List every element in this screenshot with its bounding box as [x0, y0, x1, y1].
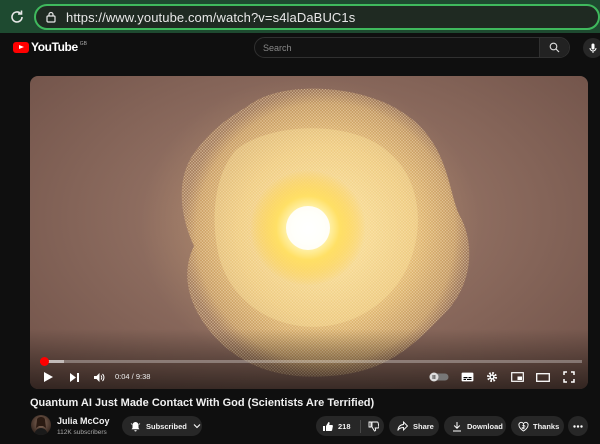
thumbs-up-icon: [323, 421, 333, 431]
chevron-down-icon: [193, 424, 201, 429]
fullscreen-icon: [563, 371, 575, 383]
download-button[interactable]: Download: [444, 416, 506, 436]
browser-toolbar: https://www.youtube.com/watch?v=s4laDaBU…: [0, 0, 600, 33]
video-title: Quantum AI Just Made Contact With God (S…: [30, 397, 375, 409]
bell-icon: [130, 421, 141, 431]
address-bar[interactable]: https://www.youtube.com/watch?v=s4laDaBU…: [34, 4, 600, 30]
time-display: 0:04 / 9:38: [115, 372, 151, 381]
site-info-icon[interactable]: [36, 11, 66, 23]
scrubber-handle[interactable]: [39, 357, 49, 366]
fullscreen-button[interactable]: [561, 369, 577, 385]
autoplay-toggle[interactable]: [428, 369, 450, 385]
subscriber-count: 112K subscribers: [57, 429, 107, 436]
youtube-play-icon: [13, 41, 29, 53]
more-horizontal-icon: [573, 424, 583, 428]
url-text: https://www.youtube.com/watch?v=s4laDaBU…: [66, 9, 356, 25]
next-button[interactable]: [66, 369, 82, 385]
miniplayer-button[interactable]: [509, 369, 525, 385]
autoplay-toggle-icon: [429, 372, 449, 382]
share-label: Share: [413, 421, 434, 431]
logo-text: YouTube: [31, 40, 78, 54]
subtitles-button[interactable]: [459, 369, 475, 385]
microphone-icon: [589, 43, 597, 53]
video-player[interactable]: 0:04 / 9:38: [30, 76, 588, 389]
download-icon: [453, 421, 461, 431]
like-count: 218: [338, 421, 351, 431]
search-icon: [549, 42, 560, 53]
dislike-button[interactable]: [368, 421, 379, 432]
channel-name[interactable]: Julia McCoy: [57, 416, 110, 426]
channel-avatar[interactable]: [31, 415, 51, 435]
volume-button[interactable]: [91, 369, 107, 385]
skip-next-icon: [69, 372, 79, 382]
progress-bar[interactable]: [39, 357, 582, 366]
like-divider: [359, 419, 361, 433]
volume-icon: [94, 372, 105, 382]
region-code: GB: [79, 40, 87, 47]
settings-button[interactable]: [484, 369, 500, 385]
thumbs-down-icon: [368, 421, 379, 431]
voice-search-button[interactable]: [583, 38, 600, 58]
theater-mode-button[interactable]: [535, 369, 551, 385]
search-input[interactable]: Search: [255, 38, 539, 57]
subscribed-button[interactable]: Subscribed: [122, 416, 202, 436]
controls-gradient: [30, 329, 588, 389]
thanks-label: Thanks: [533, 421, 560, 431]
share-icon: [397, 421, 408, 431]
search-bar[interactable]: Search: [254, 37, 570, 58]
thanks-button[interactable]: Thanks: [511, 416, 564, 436]
subscribe-label: Subscribed: [146, 421, 187, 431]
more-actions-button[interactable]: [568, 416, 588, 436]
share-button[interactable]: Share: [389, 416, 439, 436]
youtube-logo[interactable]: YouTube GB: [13, 40, 87, 54]
play-button[interactable]: [40, 369, 56, 385]
reload-icon[interactable]: [0, 0, 34, 33]
like-dislike-group: 218: [316, 416, 384, 436]
theater-mode-icon: [536, 372, 550, 382]
miniplayer-icon: [510, 372, 524, 382]
thanks-icon: [518, 421, 529, 432]
subtitles-icon: [461, 372, 473, 382]
like-button[interactable]: 218: [322, 421, 351, 432]
gear-icon: [487, 372, 497, 382]
search-button[interactable]: [539, 38, 569, 57]
play-icon: [43, 372, 53, 382]
download-label: Download: [467, 421, 503, 431]
